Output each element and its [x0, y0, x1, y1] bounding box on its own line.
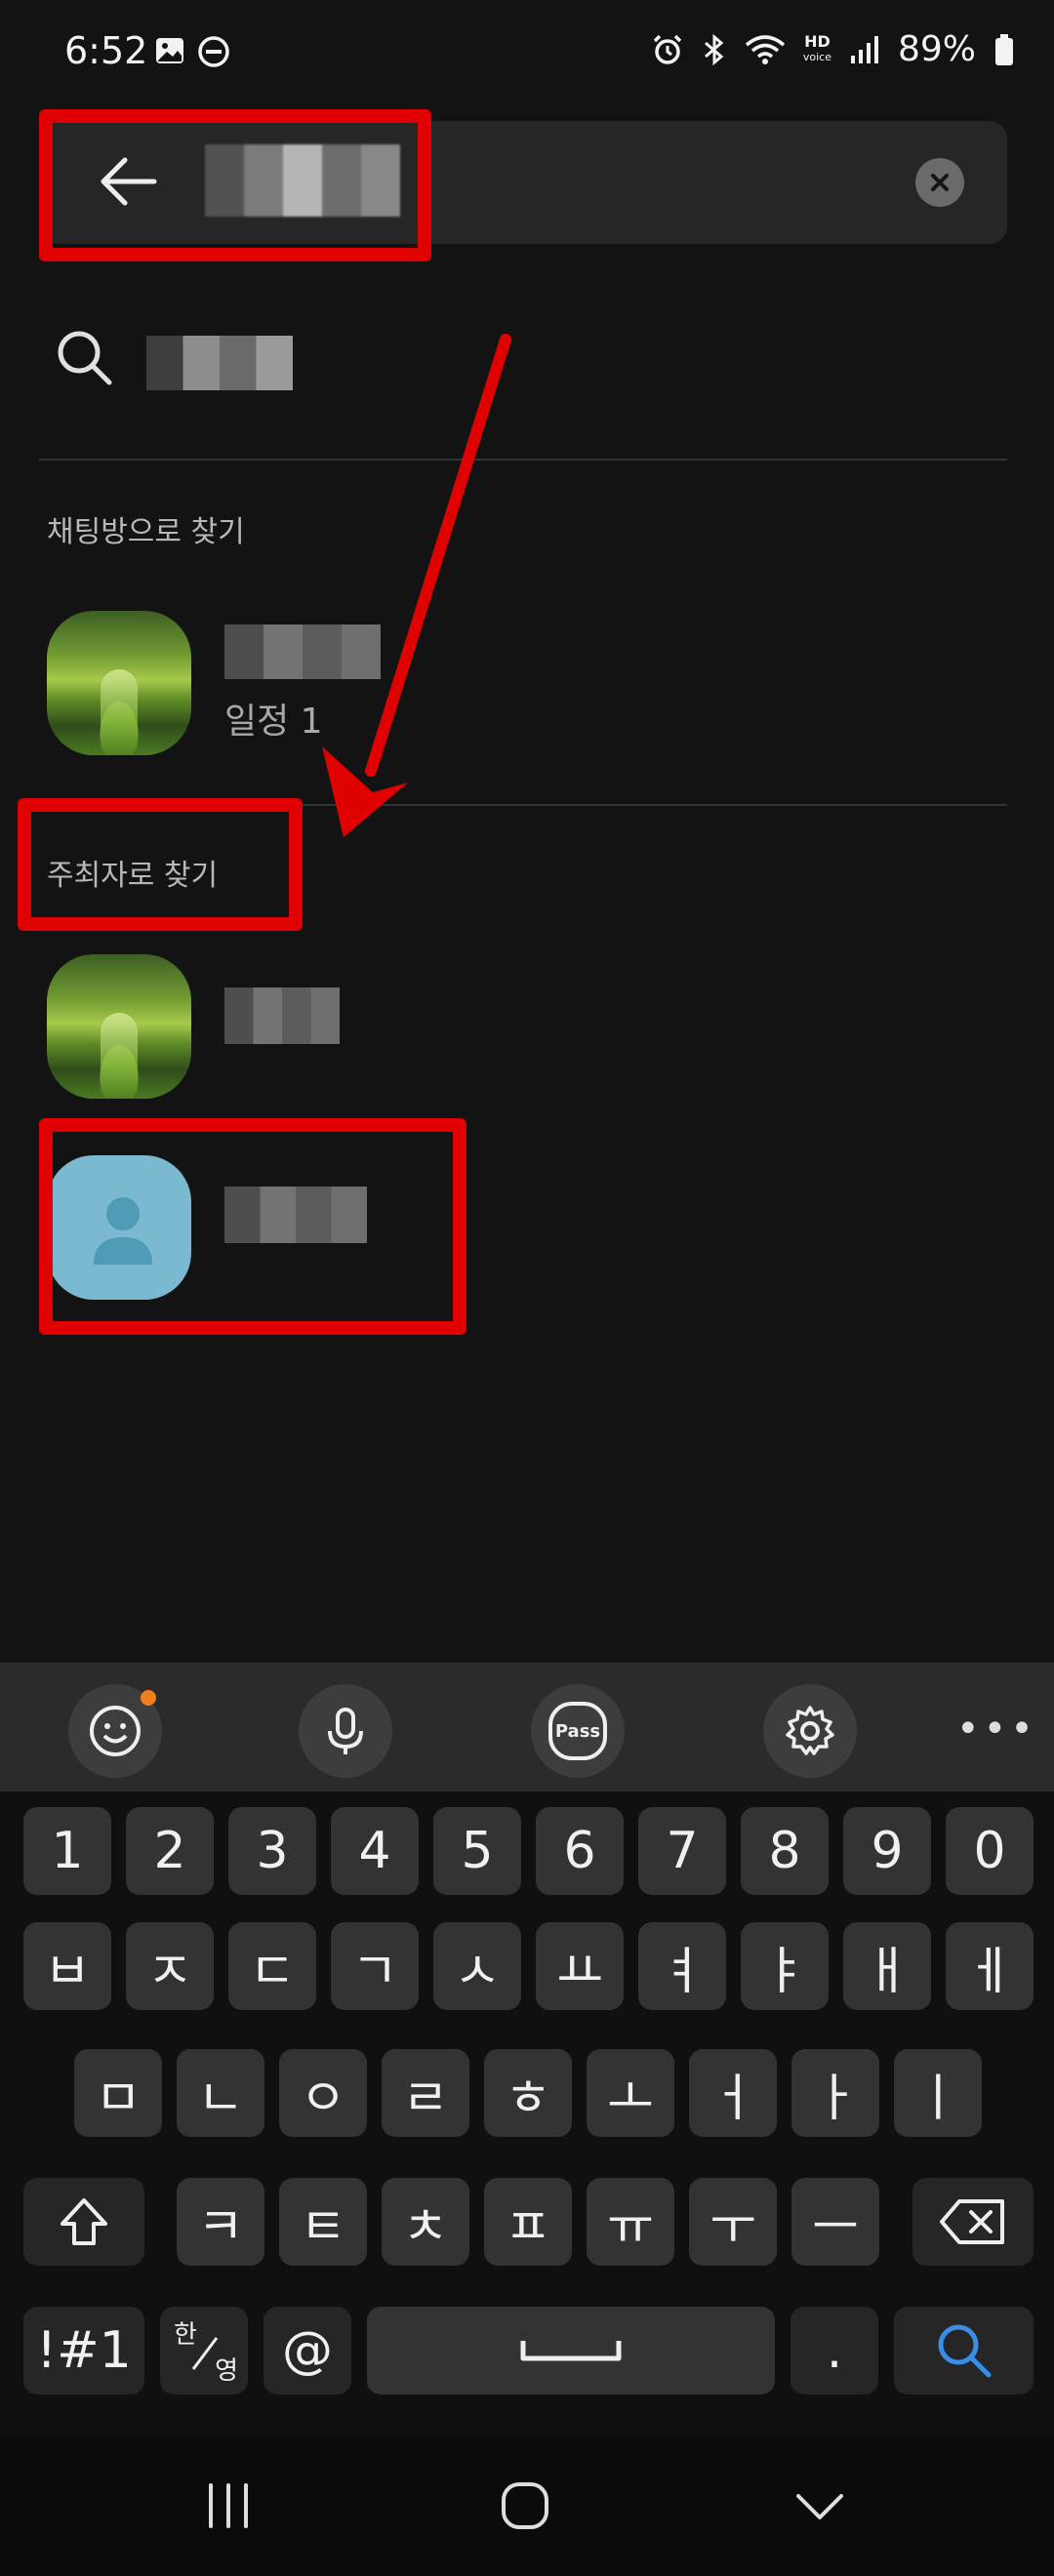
annotation-box-host-title: [18, 798, 303, 931]
key-letter[interactable]: ㅡ: [791, 2178, 879, 2266]
hide-keyboard-button[interactable]: [781, 2478, 859, 2533]
do-not-disturb-icon: [198, 36, 229, 67]
status-time: 6:52: [64, 29, 148, 72]
key-letter[interactable]: ㅜ: [689, 2178, 777, 2266]
gallery-icon: [156, 38, 183, 63]
key-letter[interactable]: ㅁ: [74, 2049, 162, 2137]
voice-input-button[interactable]: [299, 1684, 392, 1778]
chevron-down-icon: [796, 2494, 843, 2519]
home-button[interactable]: [486, 2478, 564, 2533]
keyboard: 1 2 3 4 5 6 7 8 9 0 ㅂ ㅈ ㄷ ㄱ ㅅ ㅛ ㅕ ㅑ ㅐ ㅔ …: [0, 1791, 1054, 2435]
key-1[interactable]: 1: [23, 1807, 111, 1895]
backspace-icon: [940, 2199, 1004, 2244]
key-letter[interactable]: ㅛ: [536, 1922, 624, 2010]
key-letter[interactable]: ㅌ: [279, 2178, 367, 2266]
clear-search-button[interactable]: [915, 158, 964, 207]
period-key[interactable]: .: [790, 2307, 878, 2395]
symbols-key[interactable]: !#1: [23, 2307, 144, 2395]
key-letter[interactable]: ㄱ: [331, 1922, 419, 2010]
key-letter[interactable]: ㅋ: [177, 2178, 264, 2266]
key-5[interactable]: 5: [433, 1807, 521, 1895]
keyboard-toolbar: Pass •••: [0, 1663, 1054, 1791]
key-letter[interactable]: ㅊ: [382, 2178, 469, 2266]
navigation-bar: [0, 2435, 1054, 2576]
search-key[interactable]: [894, 2307, 1034, 2395]
close-icon: [931, 174, 949, 191]
result-subtitle: 일정 1: [224, 702, 323, 742]
key-letter[interactable]: ㅐ: [843, 1922, 931, 2010]
key-3[interactable]: 3: [228, 1807, 316, 1895]
battery-percent: 89%: [897, 29, 976, 69]
language-switch-key[interactable]: 한 영: [160, 2307, 248, 2395]
space-key[interactable]: [367, 2307, 775, 2395]
key-letter[interactable]: ㄷ: [228, 1922, 316, 2010]
key-letter[interactable]: ㅠ: [587, 2178, 674, 2266]
avatar: [47, 611, 191, 755]
pass-button[interactable]: Pass: [531, 1684, 625, 1778]
annotation-box-search: [39, 109, 431, 262]
settings-icon: [786, 1706, 834, 1755]
space-icon: [520, 2341, 622, 2361]
key-letter[interactable]: ㅔ: [946, 1922, 1034, 2010]
key-8[interactable]: 8: [741, 1807, 829, 1895]
alarm-icon: [653, 34, 682, 64]
search-icon: [938, 2324, 991, 2378]
hd-sub-label: voice: [802, 50, 831, 63]
key-letter[interactable]: ㅑ: [741, 1922, 829, 2010]
key-letter[interactable]: ㅎ: [484, 2049, 572, 2137]
home-icon: [502, 2482, 548, 2529]
shift-icon: [61, 2198, 107, 2245]
key-0[interactable]: 0: [946, 1807, 1034, 1895]
key-7[interactable]: 7: [638, 1807, 726, 1895]
key-letter[interactable]: ㅍ: [484, 2178, 572, 2266]
bluetooth-icon: [704, 33, 724, 65]
battery-icon: [995, 33, 1013, 65]
key-letter[interactable]: ㅂ: [23, 1922, 111, 2010]
annotation-box-host-item: [39, 1118, 466, 1335]
key-letter[interactable]: ㄹ: [382, 2049, 469, 2137]
more-options-button[interactable]: •••: [956, 1710, 1034, 1749]
keyboard-settings-button[interactable]: [763, 1684, 857, 1778]
wifi-icon: [745, 34, 785, 64]
key-letter[interactable]: ㄴ: [177, 2049, 264, 2137]
key-letter[interactable]: ㅅ: [433, 1922, 521, 2010]
key-9[interactable]: 9: [843, 1807, 931, 1895]
key-letter[interactable]: ㅗ: [587, 2049, 674, 2137]
lang-top-label: 한: [174, 2320, 197, 2350]
notification-dot: [141, 1690, 156, 1706]
key-2[interactable]: 2: [126, 1807, 214, 1895]
key-letter[interactable]: ㅏ: [791, 2049, 879, 2137]
mic-icon: [328, 1708, 363, 1754]
status-bar: 6:52 HD voice 89%: [0, 0, 1054, 111]
key-letter[interactable]: ㅇ: [279, 2049, 367, 2137]
key-letter[interactable]: ㅓ: [689, 2049, 777, 2137]
shift-key[interactable]: [23, 2178, 144, 2266]
key-letter[interactable]: ㅈ: [126, 1922, 214, 2010]
signal-icon: [850, 35, 878, 63]
search-suggestion-row[interactable]: [53, 318, 1009, 396]
backspace-key[interactable]: [912, 2178, 1034, 2266]
key-letter[interactable]: ㅕ: [638, 1922, 726, 2010]
hd-label: HD: [804, 31, 831, 51]
result-name: [224, 624, 381, 679]
at-key[interactable]: @: [264, 2307, 351, 2395]
key-letter[interactable]: ㅣ: [894, 2049, 982, 2137]
hd-voice-badge: HD voice: [802, 31, 831, 65]
host-result-item[interactable]: [39, 939, 1007, 1105]
suggestion-text: [146, 336, 293, 390]
pass-label: Pass: [554, 1720, 601, 1742]
emoji-icon: [90, 1706, 141, 1756]
avatar: [47, 954, 191, 1099]
recent-apps-icon: [209, 2483, 248, 2528]
lang-bottom-label: 영: [215, 2356, 238, 2386]
section-title-chatroom: 채팅방으로 찾기: [47, 515, 245, 549]
emoji-button[interactable]: [68, 1684, 162, 1778]
divider: [39, 459, 1007, 461]
result-name: [224, 987, 340, 1044]
search-icon: [58, 331, 112, 385]
key-6[interactable]: 6: [536, 1807, 624, 1895]
chatroom-result-item[interactable]: 일정 1: [39, 595, 1007, 761]
key-4[interactable]: 4: [331, 1807, 419, 1895]
recent-apps-button[interactable]: [189, 2478, 267, 2533]
